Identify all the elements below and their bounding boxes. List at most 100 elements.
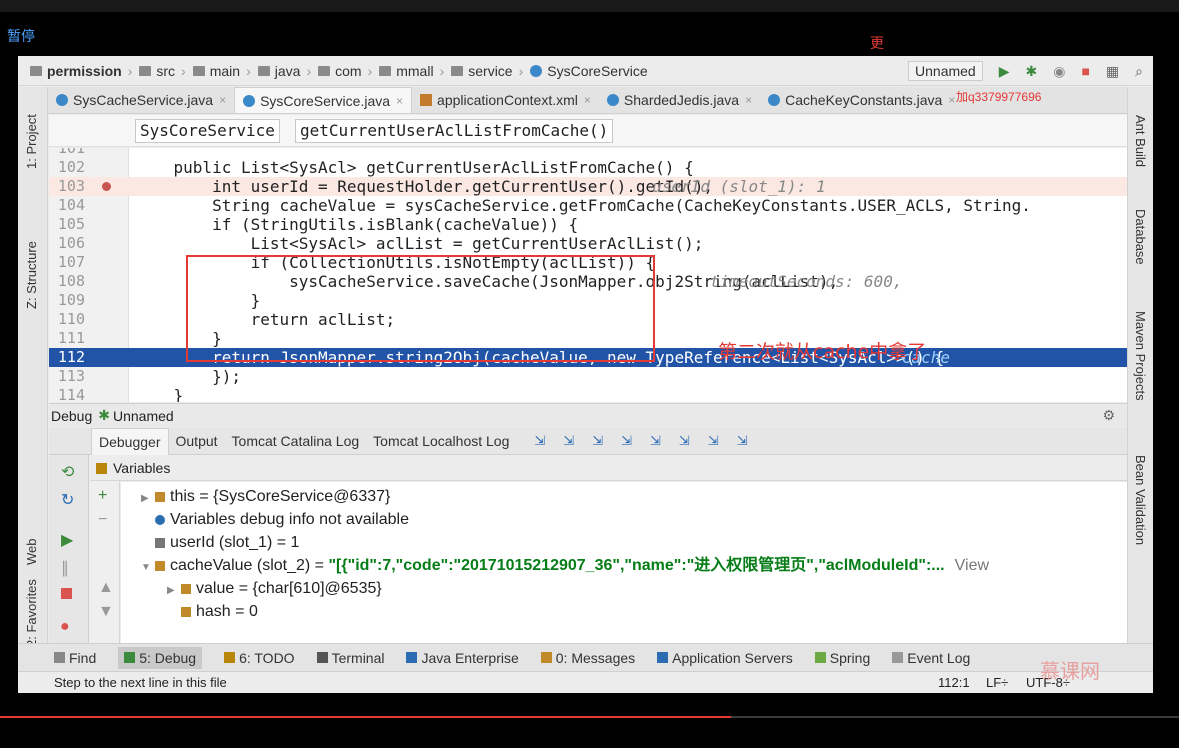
- line-separator[interactable]: LF÷: [986, 675, 1008, 690]
- chevron-right-icon: ›: [306, 62, 312, 79]
- close-icon[interactable]: ×: [219, 93, 226, 107]
- nav-crumb[interactable]: main ›: [192, 63, 258, 79]
- show-execution-point-icon[interactable]: ⇲: [534, 433, 545, 449]
- bottom-tool-1[interactable]: 5: Debug: [118, 646, 203, 669]
- breadcrumb-class[interactable]: SysCoreService: [135, 119, 280, 143]
- tool-web[interactable]: Web: [24, 539, 39, 566]
- step-over-icon[interactable]: ⇲: [563, 433, 574, 449]
- nav-crumb[interactable]: mmall ›: [379, 63, 451, 79]
- breadcrumb-method[interactable]: getCurrentUserAclListFromCache(): [295, 119, 614, 143]
- bottom-tool-6[interactable]: Application Servers: [657, 650, 793, 666]
- pause-icon[interactable]: ∥: [61, 558, 69, 578]
- debug-tab[interactable]: Output: [169, 428, 225, 455]
- nav-crumb[interactable]: java ›: [257, 62, 318, 79]
- code-text: public List<SysAcl> getCurrentUserAclLis…: [135, 158, 694, 177]
- bottom-tool-2[interactable]: 6: TODO: [224, 650, 295, 666]
- expand-toggle-icon[interactable]: ▶: [167, 580, 181, 602]
- tool-project[interactable]: 1: Project: [24, 114, 39, 169]
- caret-position[interactable]: 112:1: [938, 675, 970, 690]
- variable-row[interactable]: ▼ cacheValue (slot_2) = "[{"id":7,"code":…: [141, 555, 989, 577]
- drop-frame-icon[interactable]: ⇲: [679, 433, 690, 449]
- rerun-icon[interactable]: ⟲: [61, 462, 74, 482]
- add-watch-icon[interactable]: +: [98, 487, 107, 505]
- watermark-contact: 加q3379977696: [956, 90, 1042, 104]
- close-icon[interactable]: ×: [948, 93, 955, 107]
- variables-panel: ▶ this = {SysCoreService@6337} Variables d…: [121, 482, 1127, 658]
- nav-crumb[interactable]: src ›: [139, 63, 192, 79]
- nav-crumb[interactable]: permission ›: [30, 63, 139, 79]
- force-step-into-icon[interactable]: ⇲: [621, 433, 632, 449]
- stop-icon[interactable]: ■: [1081, 63, 1089, 79]
- close-icon[interactable]: ×: [396, 94, 403, 108]
- editor-tab[interactable]: SysCacheService.java ×: [48, 87, 234, 113]
- tool-bean-validation[interactable]: Bean Validation: [1133, 455, 1148, 545]
- step-into-icon[interactable]: ⇲: [592, 433, 603, 449]
- nav-crumb[interactable]: service ›: [451, 63, 530, 79]
- bottom-tool-label: Java Enterprise: [421, 649, 519, 666]
- variable-row[interactable]: ▶ this = {SysCoreService@6337}: [141, 486, 390, 508]
- remove-watch-icon[interactable]: −: [98, 511, 107, 529]
- expand-toggle-icon[interactable]: ▼: [141, 557, 155, 579]
- variable-row[interactable]: userId (slot_1) = 1: [141, 532, 299, 554]
- bottom-tool-0[interactable]: Find: [54, 650, 96, 666]
- tool-window-icon: [657, 652, 669, 663]
- folder-icon: [192, 65, 205, 76]
- editor-tab[interactable]: CacheKeyConstants.java ×: [760, 87, 963, 113]
- search-icon[interactable]: ⌕: [1135, 63, 1143, 80]
- tool-window-icon: [406, 652, 418, 663]
- bottom-tool-5[interactable]: 0: Messages: [540, 650, 635, 666]
- debug-tab[interactable]: Tomcat Localhost Log: [366, 428, 516, 455]
- resume-icon[interactable]: ▶: [61, 530, 73, 550]
- breakpoint-icon[interactable]: [102, 182, 111, 191]
- tool-ant-build[interactable]: Ant Build: [1133, 115, 1148, 167]
- debug-icon[interactable]: ✱: [1026, 63, 1038, 80]
- bottom-tool-label: Spring: [829, 649, 871, 666]
- run-icon[interactable]: ▶: [999, 63, 1010, 80]
- code-line: 106 List<SysAcl> aclList = getCurrentUse…: [49, 234, 1127, 253]
- step-out-icon[interactable]: ⇲: [650, 433, 661, 449]
- package-icon: [451, 65, 464, 76]
- chevron-right-icon: ›: [439, 62, 445, 79]
- run-config-select[interactable]: Unnamed: [908, 61, 983, 81]
- evaluate-icon[interactable]: ⇲: [737, 433, 748, 449]
- editor-tab[interactable]: SysCoreService.java ×: [234, 87, 413, 113]
- debug-tab[interactable]: Tomcat Catalina Log: [225, 428, 367, 455]
- bottom-tool-3[interactable]: Terminal: [316, 650, 384, 666]
- debug-tab[interactable]: Debugger: [91, 427, 169, 455]
- pause-label[interactable]: 暂停: [7, 26, 35, 46]
- variables-title: Variables: [113, 460, 171, 476]
- coverage-icon[interactable]: ◉: [1053, 63, 1065, 80]
- line-number: 109: [57, 291, 85, 309]
- editor-tab[interactable]: ShardedJedis.java ×: [599, 87, 760, 113]
- bottom-tool-7[interactable]: Spring: [814, 649, 871, 666]
- bottom-tool-4[interactable]: Java Enterprise: [406, 649, 519, 666]
- annotation-text: 第二次就从cache中拿了: [718, 341, 927, 363]
- tool-structure[interactable]: Z: Structure: [24, 241, 39, 309]
- debug-tab-label: Output: [175, 433, 218, 449]
- info-icon: [155, 514, 165, 525]
- stop-icon[interactable]: [61, 588, 72, 599]
- breakpoints-icon[interactable]: ●: [60, 618, 70, 636]
- nav-crumb[interactable]: com ›: [318, 63, 379, 79]
- tool-favorites[interactable]: 2: Favorites: [24, 579, 39, 647]
- settings-icon[interactable]: ⚙: [1102, 407, 1115, 424]
- tool-window-icon: [892, 652, 904, 663]
- run-to-cursor-icon[interactable]: ⇲: [708, 433, 719, 449]
- nav-crumb[interactable]: SysCoreService: [530, 63, 648, 79]
- close-icon[interactable]: ×: [584, 93, 591, 107]
- refresh-icon[interactable]: ↻: [61, 490, 74, 510]
- layout-icon[interactable]: ▦: [1106, 63, 1119, 80]
- close-icon[interactable]: ×: [745, 93, 752, 107]
- bottom-tool-8[interactable]: Event Log: [892, 650, 970, 666]
- variable-row[interactable]: ▶ value = {char[610]@6535}: [167, 578, 382, 600]
- tool-maven-projects[interactable]: Maven Projects: [1133, 311, 1148, 401]
- move-down-icon[interactable]: ▼: [98, 603, 114, 621]
- tool-database[interactable]: Database: [1133, 209, 1148, 265]
- bottom-tool-label: Application Servers: [672, 649, 793, 666]
- expand-toggle-icon[interactable]: ▶: [141, 488, 155, 510]
- variable-row[interactable]: hash = 0: [167, 601, 258, 623]
- move-up-icon[interactable]: ▲: [98, 579, 114, 597]
- variable-row[interactable]: Variables debug info not available: [141, 509, 409, 531]
- view-link[interactable]: View: [955, 557, 989, 574]
- editor-tab[interactable]: applicationContext.xml ×: [412, 87, 599, 113]
